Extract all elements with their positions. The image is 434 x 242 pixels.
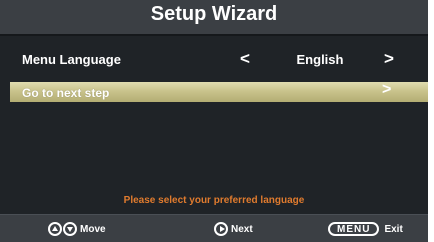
- menu-key-icon: MENU: [328, 222, 380, 236]
- hint-text: Please select your preferred language: [123, 195, 305, 206]
- up-arrow-icon: [48, 222, 62, 236]
- move-label: Move: [80, 223, 106, 235]
- footer-exit: MENU Exit: [328, 221, 403, 237]
- language-value: English: [296, 52, 344, 67]
- footer-next: Next: [214, 221, 253, 237]
- menu-language-label: Menu Language: [22, 52, 121, 67]
- right-arrow-icon: [214, 222, 228, 236]
- menu-language-row[interactable]: Menu Language < English >: [0, 38, 428, 78]
- next-label: Next: [231, 223, 253, 235]
- language-next-arrow-icon[interactable]: >: [384, 49, 394, 69]
- exit-label: Exit: [384, 223, 403, 235]
- footer-move: Move: [48, 221, 106, 237]
- footer-bar: Move Next MENU Exit: [0, 214, 428, 242]
- language-prev-arrow-icon[interactable]: <: [240, 49, 250, 69]
- next-step-label: Go to next step: [22, 86, 110, 100]
- down-arrow-icon: [63, 222, 77, 236]
- next-step-arrow-icon: >: [382, 81, 392, 98]
- next-step-row[interactable]: Go to next step >: [10, 81, 428, 102]
- title-bar: Setup Wizard: [0, 0, 428, 36]
- setup-wizard-panel: Setup Wizard Menu Language < English > G…: [0, 0, 428, 242]
- page-title: Setup Wizard: [150, 3, 278, 25]
